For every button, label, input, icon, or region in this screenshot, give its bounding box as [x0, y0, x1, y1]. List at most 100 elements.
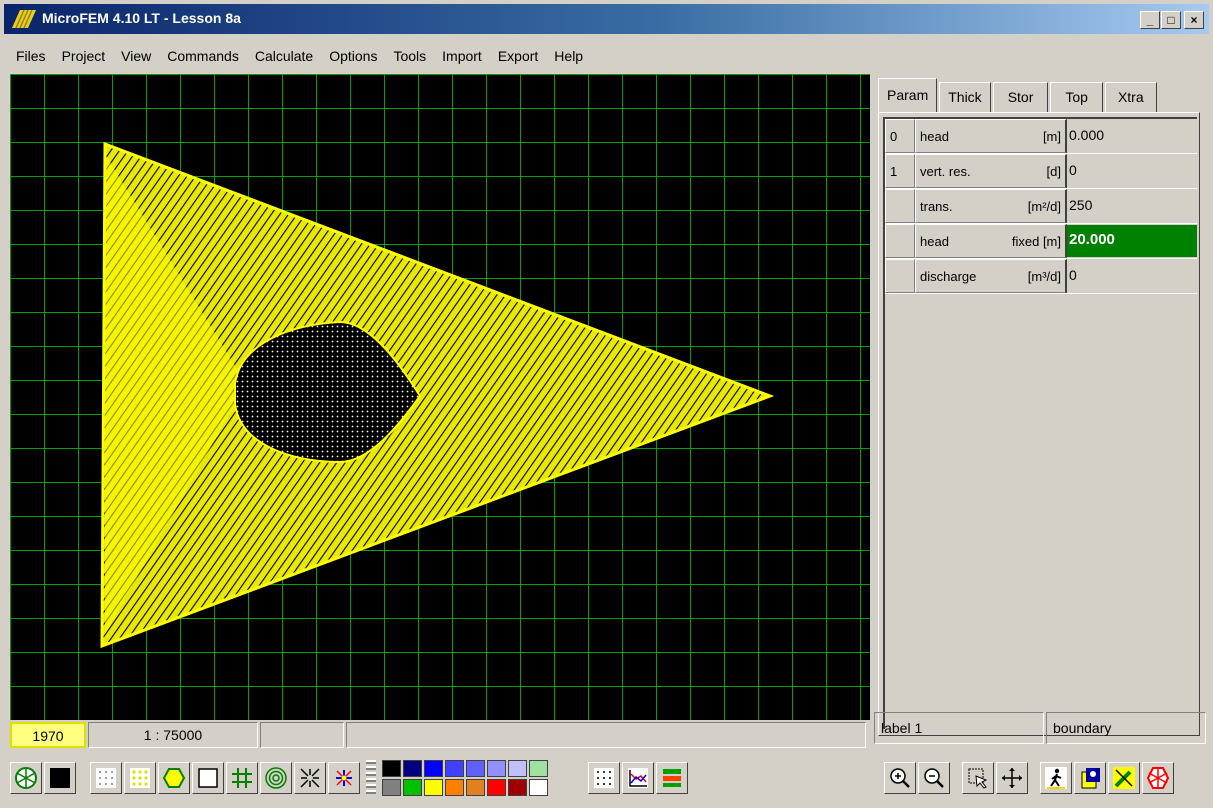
tab-thick[interactable]: Thick: [939, 82, 991, 112]
hexagon-button[interactable]: [158, 762, 190, 794]
label-field: label 1: [874, 712, 1044, 744]
scale-field: 1 : 75000: [88, 722, 258, 748]
mesh-wheel-button[interactable]: [10, 762, 42, 794]
param-value[interactable]: 0: [1067, 259, 1197, 293]
row-label: discharge [m³/d]: [915, 259, 1067, 293]
param-unit: [m²/d]: [1027, 198, 1061, 214]
walk-button[interactable]: [1040, 762, 1072, 794]
zoom-out-button[interactable]: [918, 762, 950, 794]
menu-tools[interactable]: Tools: [385, 43, 434, 69]
color-swatch[interactable]: [403, 779, 422, 796]
arrows-in-button[interactable]: [294, 762, 326, 794]
menu-export[interactable]: Export: [490, 43, 546, 69]
wheel-button[interactable]: [1142, 762, 1174, 794]
table-row[interactable]: head fixed [m] 20.000: [885, 224, 1197, 259]
hexagon-icon: [162, 768, 186, 788]
param-name: discharge: [920, 268, 977, 284]
param-unit: [m³/d]: [1027, 268, 1061, 284]
rectangle-button[interactable]: [192, 762, 224, 794]
color-swatch[interactable]: [529, 760, 548, 777]
dot-grid-button[interactable]: [90, 762, 122, 794]
menu-import[interactable]: Import: [434, 43, 490, 69]
title-bar: MicroFEM 4.10 LT - Lesson 8a _ □ ×: [4, 4, 1209, 34]
table-row[interactable]: trans. [m²/d] 250: [885, 189, 1197, 224]
close-button[interactable]: ×: [1184, 11, 1204, 29]
param-tabs: Param Thick Stor Top Xtra: [878, 78, 1159, 112]
param-value[interactable]: 250: [1067, 189, 1197, 223]
color-swatch[interactable]: [529, 779, 548, 796]
mesh-wheel-icon: [15, 767, 37, 789]
identify-button[interactable]: [1074, 762, 1106, 794]
select-region-button[interactable]: [962, 762, 994, 794]
table-row[interactable]: 1 vert. res. [d] 0: [885, 154, 1197, 189]
menu-bar: Files Project View Commands Calculate Op…: [4, 43, 591, 69]
wheel-icon: [1146, 767, 1170, 789]
toolbar-grip[interactable]: [366, 760, 376, 796]
color-swatch[interactable]: [424, 760, 443, 777]
param-unit: [m]: [1042, 128, 1061, 144]
tab-top[interactable]: Top: [1050, 82, 1103, 112]
contour-button[interactable]: [260, 762, 292, 794]
color-swatch[interactable]: [466, 760, 485, 777]
row-index: 1: [885, 154, 915, 188]
color-swatch[interactable]: [466, 779, 485, 796]
points-button[interactable]: [588, 762, 620, 794]
menu-project[interactable]: Project: [54, 43, 114, 69]
tab-param[interactable]: Param: [878, 78, 938, 112]
menu-commands[interactable]: Commands: [159, 43, 247, 69]
color-swatch[interactable]: [382, 779, 401, 796]
menu-files[interactable]: Files: [4, 43, 54, 69]
param-area: 0 head [m] 0.000 1 vert. res. [d] 0 tran…: [878, 112, 1200, 736]
hash-grid-button[interactable]: [226, 762, 258, 794]
color-swatch[interactable]: [508, 760, 527, 777]
param-grid: 0 head [m] 0.000 1 vert. res. [d] 0 tran…: [883, 117, 1197, 729]
maximize-button[interactable]: □: [1161, 11, 1181, 29]
mesh-canvas[interactable]: [10, 74, 870, 720]
pan-button[interactable]: [996, 762, 1028, 794]
param-value[interactable]: 0: [1067, 154, 1197, 188]
yellow-dots-button[interactable]: [124, 762, 156, 794]
color-swatch[interactable]: [424, 779, 443, 796]
zoom-in-icon: [890, 768, 910, 788]
label-type-field: boundary: [1046, 712, 1206, 744]
color-swatch[interactable]: [445, 779, 464, 796]
toolbar-right: [884, 756, 1174, 800]
color-swatch[interactable]: [487, 760, 506, 777]
menu-help[interactable]: Help: [546, 43, 591, 69]
flow-button[interactable]: [328, 762, 360, 794]
chart-button[interactable]: [622, 762, 654, 794]
layers-icon: [663, 769, 681, 787]
row-index: [885, 259, 915, 293]
color-swatch[interactable]: [403, 760, 422, 777]
pencil-button[interactable]: [1108, 762, 1140, 794]
menu-view[interactable]: View: [113, 43, 159, 69]
table-row[interactable]: 0 head [m] 0.000: [885, 119, 1197, 154]
points-icon: [594, 768, 614, 788]
row-label: head [m]: [915, 119, 1067, 153]
param-name: head: [920, 233, 949, 249]
param-value-selected[interactable]: 20.000: [1067, 225, 1197, 257]
tab-xtra[interactable]: Xtra: [1104, 82, 1157, 112]
status-cell-empty: [260, 722, 344, 748]
menu-options[interactable]: Options: [321, 43, 385, 69]
table-row[interactable]: discharge [m³/d] 0: [885, 259, 1197, 294]
tab-stor[interactable]: Stor: [992, 82, 1049, 112]
chart-icon: [628, 768, 648, 788]
menu-calculate[interactable]: Calculate: [247, 43, 321, 69]
rectangle-icon: [198, 768, 218, 788]
window-title: MicroFEM 4.10 LT - Lesson 8a: [42, 10, 241, 26]
select-region-icon: [968, 768, 988, 789]
yellow-dots-icon: [130, 768, 150, 788]
color-swatch[interactable]: [508, 779, 527, 796]
param-unit: fixed [m]: [1011, 233, 1061, 249]
hash-grid-icon: [232, 768, 252, 788]
minimize-button[interactable]: _: [1140, 11, 1160, 29]
zoom-in-button[interactable]: [884, 762, 916, 794]
param-name: trans.: [920, 198, 953, 214]
color-swatch[interactable]: [487, 779, 506, 796]
color-swatch[interactable]: [382, 760, 401, 777]
param-value[interactable]: 0.000: [1067, 119, 1197, 153]
color-fill-button[interactable]: [44, 762, 76, 794]
color-swatch[interactable]: [445, 760, 464, 777]
layers-button[interactable]: [656, 762, 688, 794]
